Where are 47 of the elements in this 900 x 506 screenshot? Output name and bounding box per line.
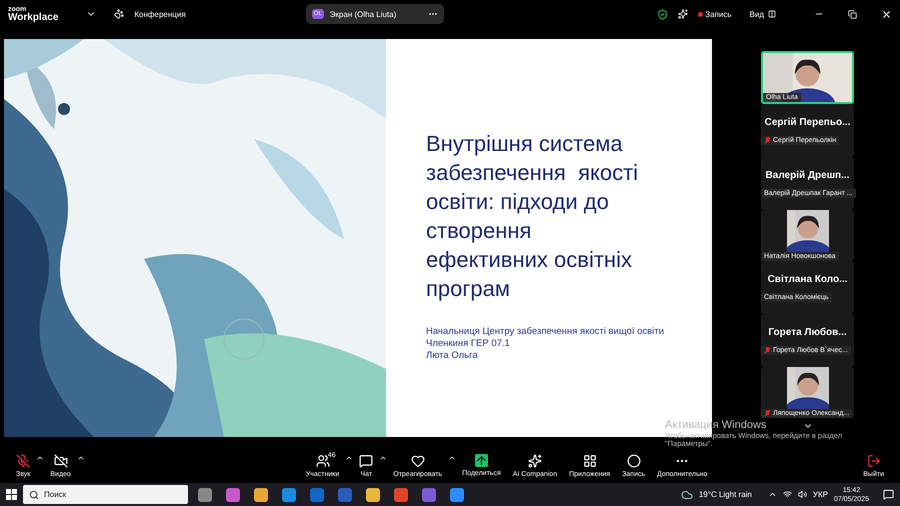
- participant-heading: Світлана Коло...: [768, 274, 848, 284]
- speaker-icon[interactable]: [798, 490, 807, 499]
- taskbar-app-icon[interactable]: [394, 488, 408, 502]
- network-icon[interactable]: [782, 490, 792, 499]
- close-icon[interactable]: [881, 8, 892, 20]
- search-placeholder: Поиск: [44, 490, 66, 499]
- language-indicator[interactable]: УКР: [812, 490, 828, 499]
- layout-icon[interactable]: [768, 10, 776, 18]
- leave-icon: [866, 454, 881, 468]
- chat-icon: [359, 454, 374, 468]
- taskbar-app-icon[interactable]: [226, 488, 240, 502]
- taskbar-app-icon[interactable]: [198, 488, 212, 502]
- slide-text: Начальниця Центру забезпечення якості вищої освіти: [426, 326, 665, 338]
- restore-icon[interactable]: [848, 10, 857, 18]
- chevron-up-icon[interactable]: [768, 490, 777, 499]
- taskbar-app-icon[interactable]: [254, 488, 268, 502]
- participant-heading: Валерій Дрешп...: [766, 170, 850, 180]
- video-icon: [54, 454, 68, 468]
- slide-title: Внутрішня система забезпечення якості освіти: підходи до створення ефективних освітніх програм: [426, 130, 640, 303]
- ai-icon: [528, 454, 542, 468]
- record-dot-icon: [698, 12, 704, 16]
- share-tab-label: Экран (Olha Liuta): [330, 10, 396, 18]
- windows-start-icon[interactable]: [6, 489, 17, 500]
- weather-text: 19°C Light rain: [698, 490, 752, 499]
- taskbar-app-icon[interactable]: [282, 488, 296, 502]
- slide-text: Люта Ольга: [426, 350, 479, 362]
- share-icon: [474, 454, 488, 467]
- slide-text: Членкиня ГЕР 07.1: [426, 338, 511, 350]
- participant-heading: Сергій Перепьо...: [764, 116, 850, 128]
- taskbar-app-icon[interactable]: [366, 488, 380, 502]
- search-icon: [29, 490, 39, 500]
- participants-icon: [316, 454, 330, 468]
- notification-icon[interactable]: [883, 489, 894, 500]
- meeting-label: Конференция: [134, 10, 186, 18]
- cloud-icon: [680, 488, 693, 500]
- shield-icon[interactable]: [657, 8, 668, 20]
- participant-heading: Горета Любов...: [768, 326, 847, 338]
- taskbar-search-field[interactable]: Поиск: [23, 485, 188, 504]
- paw-icon: [114, 9, 124, 19]
- sparkle-icon[interactable]: [678, 9, 688, 19]
- react-icon: [410, 454, 425, 468]
- taskbar-app-icon[interactable]: [450, 488, 464, 502]
- view-label[interactable]: Вид: [750, 10, 764, 18]
- apps-icon: [582, 454, 597, 468]
- mic-icon: [16, 454, 30, 468]
- record-icon: [626, 454, 641, 468]
- record-label[interactable]: Запись: [705, 10, 732, 18]
